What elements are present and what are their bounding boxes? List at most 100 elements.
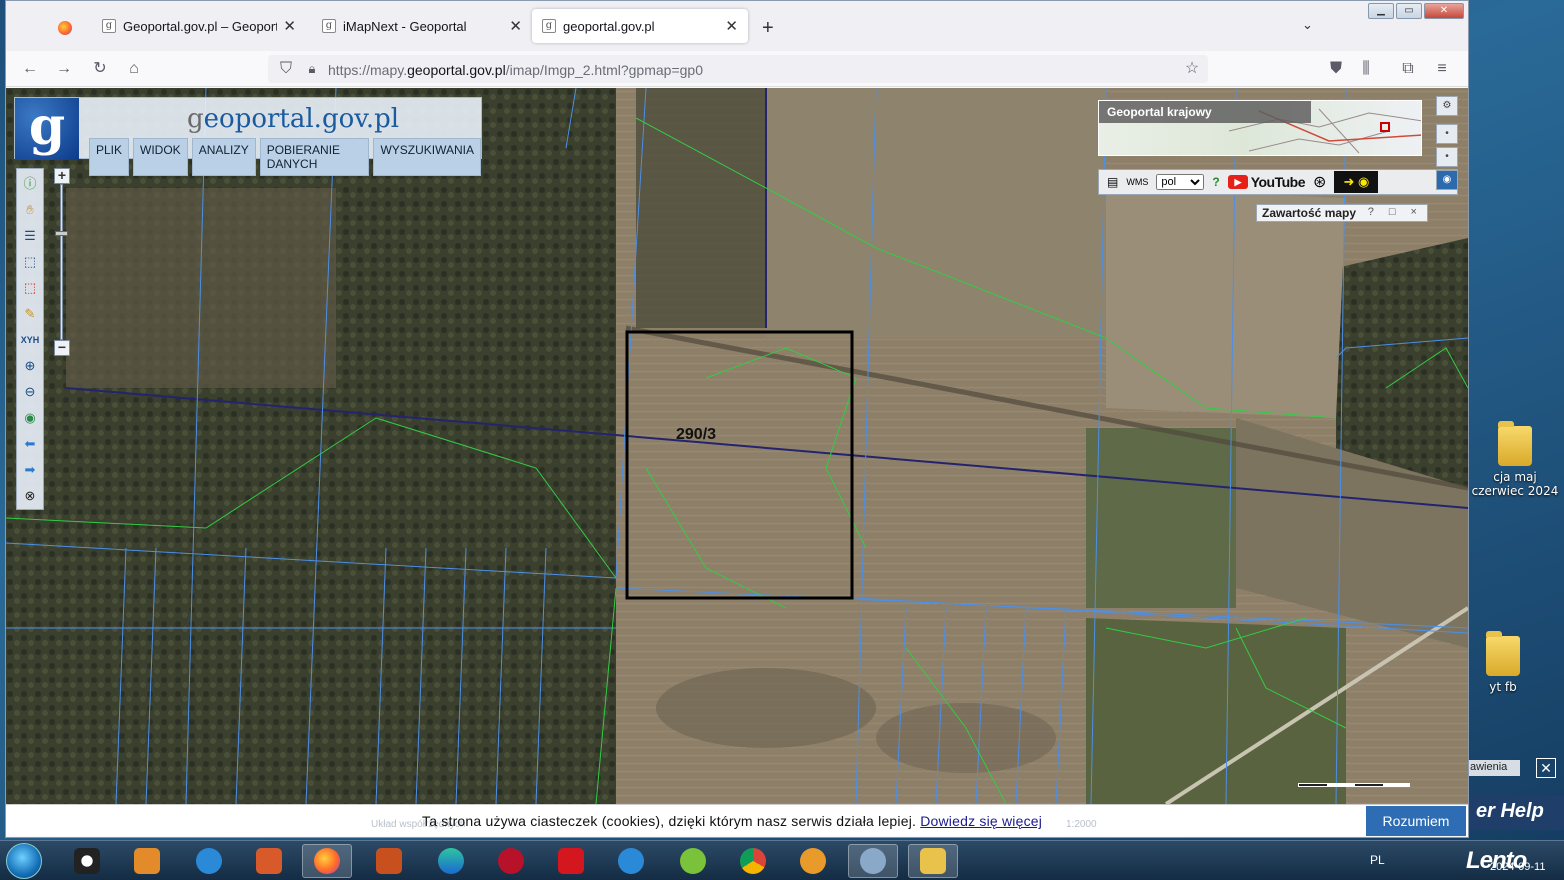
shield-icon[interactable]: ⛉ <box>276 59 296 79</box>
dot-icon[interactable]: • <box>1436 124 1458 144</box>
taskbar-edge-icon[interactable] <box>426 844 476 878</box>
url-path: /imap/Imgp_2.html?gpmap=gp0 <box>505 62 703 78</box>
language-select[interactable]: pol <box>1156 174 1205 190</box>
minimize-icon[interactable]: ▁ <box>1368 3 1394 19</box>
zoom-slider[interactable]: + − <box>54 168 72 358</box>
maximize-icon[interactable]: ▭ <box>1396 3 1422 19</box>
zoom-plus-button[interactable]: + <box>54 168 70 184</box>
taskbar-acrobat-icon[interactable] <box>546 844 596 878</box>
close-tab-icon[interactable]: ✕ <box>509 17 522 35</box>
accessibility-icon[interactable]: ⊛ <box>1313 172 1326 192</box>
info-icon[interactable]: ⓘ <box>19 173 41 195</box>
taskbar-app-icon[interactable] <box>788 844 838 878</box>
menu-analizy[interactable]: ANALIZY <box>191 138 256 176</box>
tray-date[interactable]: 2024-09-11 <box>1490 861 1545 873</box>
help-icon[interactable]: ? <box>1212 175 1219 189</box>
map-toolbar: ⓘ ✋︎ ☰ ⬚ ⬚ ✎ XYH ⊕ ⊖ ◉ ⬅︎ ➡︎ ⊗ <box>16 168 44 510</box>
bookmark-star-icon[interactable]: ☆ <box>1182 59 1202 79</box>
youtube-link[interactable]: ▶ YouTube <box>1227 174 1306 190</box>
lock-icon[interactable]: 🔒︎ <box>302 59 322 79</box>
address-bar[interactable]: ⛉ 🔒︎ https://mapy.geoportal.gov.pl/imap/… <box>268 55 1208 83</box>
tab-geoportal[interactable]: g geoportal.gov.pl ✕ <box>532 9 748 43</box>
start-button[interactable] <box>6 843 42 879</box>
select-area-icon[interactable]: ⬚ <box>19 251 41 273</box>
previous-view-icon[interactable]: ⬅︎ <box>19 433 41 455</box>
cookie-message: Ta strona używa ciasteczek (cookies), dz… <box>422 813 1042 829</box>
taskbar-app-icon[interactable] <box>668 844 718 878</box>
panel-controls[interactable]: ? □ × <box>1368 206 1423 218</box>
reload-icon[interactable]: ↻ <box>90 59 110 79</box>
library-icon[interactable]: ⫼ <box>1356 59 1376 79</box>
map-view[interactable]: g geoportal.gov.pl PLIK WIDOK ANALIZY PO… <box>6 88 1468 804</box>
zoom-thumb[interactable] <box>55 231 68 236</box>
close-tab-icon[interactable]: ✕ <box>725 17 738 35</box>
taskbar-explorer-icon[interactable] <box>908 844 958 878</box>
zoom-in-icon[interactable]: ⊕ <box>19 355 41 377</box>
cookie-learn-more-link[interactable]: Dowiedz się więcej <box>920 813 1042 829</box>
zoom-out-icon[interactable]: ⊖ <box>19 381 41 403</box>
taskbar-app-icon[interactable] <box>848 844 898 878</box>
next-view-icon[interactable]: ➡︎ <box>19 459 41 481</box>
zoom-track[interactable] <box>55 184 68 340</box>
url-domain: geoportal.gov.pl <box>407 62 506 78</box>
pan-hand-icon[interactable]: ✋︎ <box>19 199 41 221</box>
desktop-folder-label: yt fb <box>1489 680 1517 694</box>
reset-icon[interactable]: ⊗ <box>19 485 41 507</box>
menu-pobieranie-danych[interactable]: POBIERANIE DANYCH <box>259 138 370 176</box>
zoom-minus-button[interactable]: − <box>54 340 70 356</box>
taskbar-app-icon[interactable] <box>244 844 294 878</box>
wms-icon[interactable]: WMS <box>1126 177 1148 187</box>
taskbar-panda-icon[interactable] <box>62 844 112 878</box>
menu-plik[interactable]: PLIK <box>89 138 130 176</box>
taskbar-internet-explorer-icon[interactable] <box>184 844 234 878</box>
new-tab-icon[interactable]: + <box>762 17 774 40</box>
geoportal-logo[interactable]: g <box>15 98 79 160</box>
settings-icon[interactable]: ⚙ <box>1436 96 1458 116</box>
pocket-icon[interactable]: ⛊ <box>1326 59 1346 79</box>
desktop-folder-icon[interactable]: yt fb <box>1458 631 1548 694</box>
taskbar: PL Lento 2024-09-11 <box>0 840 1564 880</box>
back-icon[interactable]: ← <box>20 59 40 79</box>
tab-geoportal-info[interactable]: g Geoportal.gov.pl – Geoportal Inf ✕ <box>92 9 306 43</box>
taskbar-firefox-icon[interactable] <box>302 844 352 878</box>
widget-close-button[interactable]: ✕ <box>1536 758 1556 778</box>
scale-bar <box>1298 783 1410 787</box>
full-extent-globe-icon[interactable]: ◉ <box>19 407 41 429</box>
youtube-play-icon: ▶ <box>1227 175 1248 189</box>
desktop-folder-icon[interactable]: cja maj czerwiec 2024 <box>1470 421 1560 498</box>
clear-selection-icon[interactable]: ⬚ <box>19 277 41 299</box>
layer-list-icon[interactable]: ☰ <box>19 225 41 247</box>
firefox-icon[interactable] <box>58 21 72 35</box>
close-window-icon[interactable]: ✕ <box>1424 3 1464 19</box>
measure-pencil-icon[interactable]: ✎ <box>19 303 41 325</box>
chevron-down-icon[interactable]: ⌄ <box>1302 17 1313 33</box>
widget-label: awienia <box>1468 760 1520 776</box>
taskbar-media-player-icon[interactable] <box>122 844 172 878</box>
dot-icon[interactable]: • <box>1436 147 1458 167</box>
menu-widok[interactable]: WIDOK <box>133 138 188 176</box>
tab-imapnext[interactable]: g iMapNext - Geoportal ✕ <box>312 9 532 43</box>
taskbar-chrome-icon[interactable] <box>728 844 778 878</box>
legend-icon[interactable]: ▤ <box>1107 175 1118 189</box>
geoportal-favicon-icon: g <box>542 19 556 33</box>
taskbar-app-icon[interactable] <box>486 844 536 878</box>
taskbar-app-icon[interactable] <box>364 844 414 878</box>
help-banner[interactable]: er Help <box>1468 796 1564 830</box>
coordinates-xyh-icon[interactable]: XYH <box>19 329 41 351</box>
overview-map[interactable]: Geoportal krajowy <box>1098 100 1422 156</box>
menu-wyszukiwania[interactable]: WYSZUKIWANIA <box>373 138 481 176</box>
menu-icon[interactable]: ≡ <box>1432 59 1452 79</box>
close-tab-icon[interactable]: ✕ <box>283 17 296 35</box>
cookie-accept-button[interactable]: Rozumiem <box>1366 806 1466 836</box>
home-icon[interactable]: ⌂ <box>124 59 144 79</box>
tray-language[interactable]: PL <box>1370 853 1385 867</box>
map-options-bar: ▤ WMS pol ? ▶ YouTube ⊛ ➜ ◉ <box>1098 169 1458 195</box>
contrast-eye-icon[interactable]: ➜ ◉ <box>1334 171 1379 193</box>
eye-icon[interactable]: ◉ <box>1436 170 1458 190</box>
map-content-panel-header[interactable]: Zawartość mapy ? □ × <box>1256 204 1428 222</box>
orthophoto-map[interactable] <box>6 88 1468 804</box>
extensions-icon[interactable]: ⧉ <box>1398 59 1418 79</box>
browser-window: g Geoportal.gov.pl – Geoportal Inf ✕ g i… <box>5 0 1469 838</box>
taskbar-app-icon[interactable] <box>606 844 656 878</box>
forward-icon[interactable]: → <box>54 59 74 79</box>
